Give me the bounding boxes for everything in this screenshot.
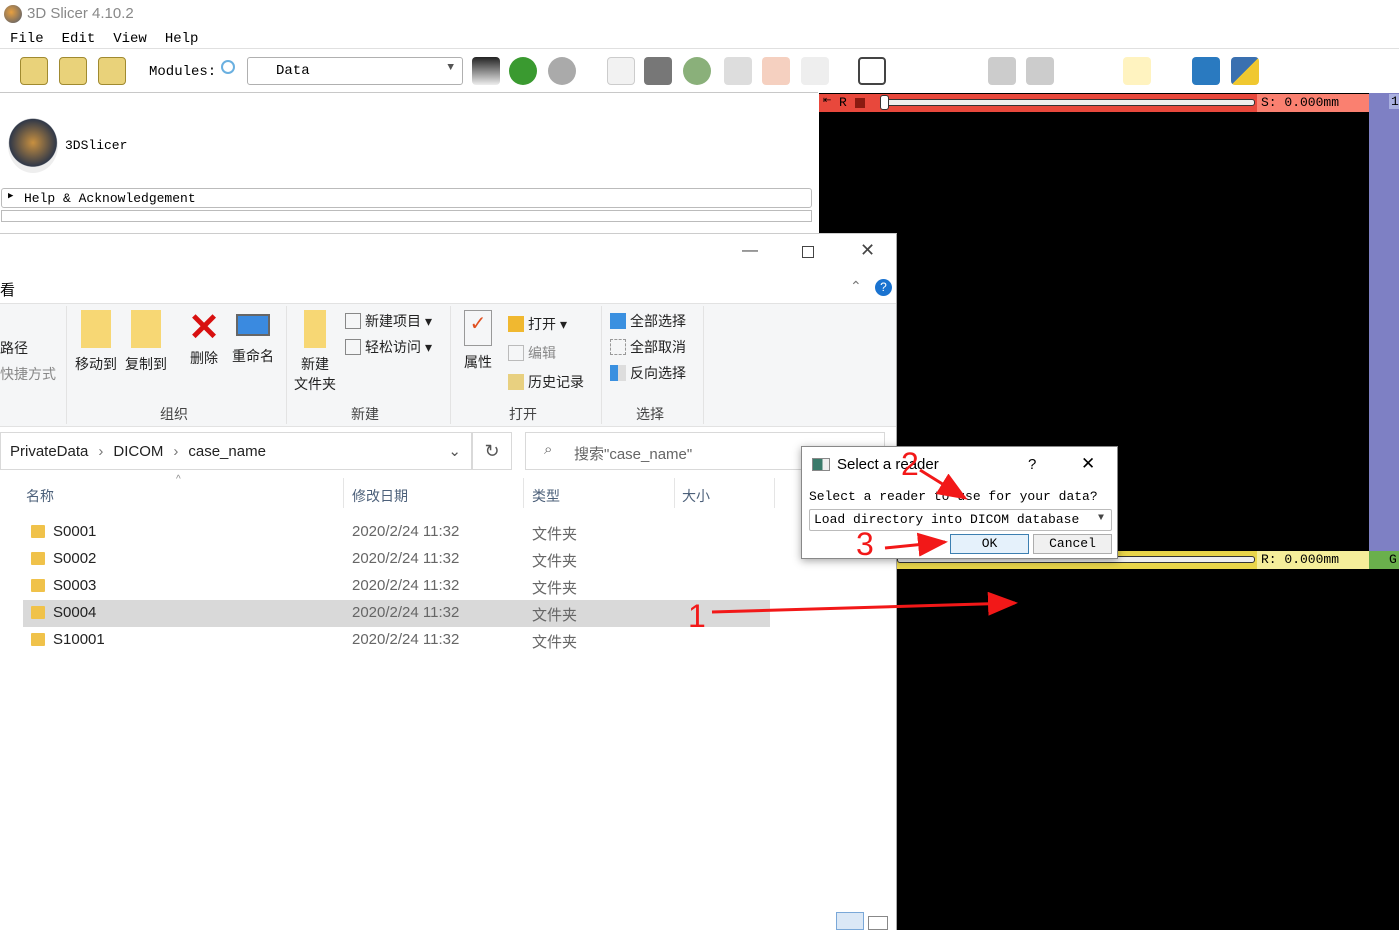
annotation-number-1: 1: [688, 598, 706, 634]
annotation-overlay: 1 2 3: [688, 446, 1018, 634]
annotation-arrow-3: [884, 532, 948, 557]
annotation-number-3: 3: [856, 526, 874, 562]
annotation-arrow-1: [711, 591, 1018, 616]
annotation-arrow-2: [919, 468, 968, 500]
annotation-number-2: 2: [901, 446, 919, 482]
